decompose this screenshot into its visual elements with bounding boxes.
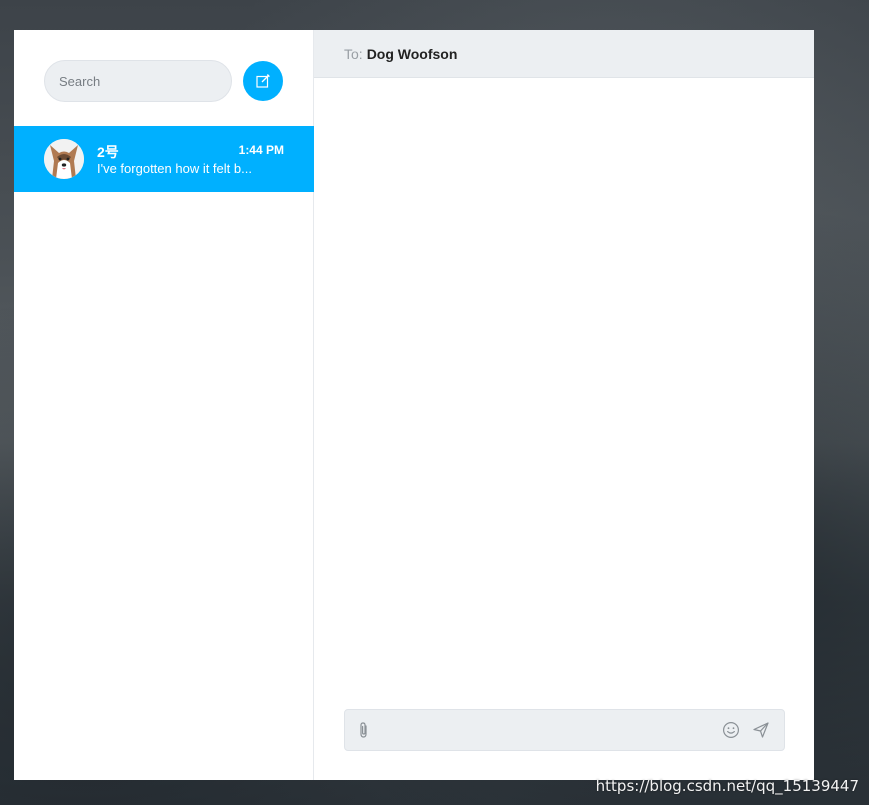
send-button[interactable] (746, 710, 776, 750)
husky-avatar-image (44, 139, 84, 179)
emoji-button[interactable] (716, 710, 746, 750)
chat-header: To: Dog Woofson (314, 30, 814, 78)
conversation-preview: I've forgotten how it felt b... (97, 161, 252, 176)
watermark-text: https://blog.csdn.net/qq_15139447 (595, 777, 859, 795)
message-composer (344, 709, 785, 751)
compose-icon (256, 74, 270, 88)
paperclip-icon (360, 722, 367, 738)
conversation-item[interactable]: 2号 1:44 PM I've forgotten how it felt b.… (14, 126, 314, 192)
to-label: To: (344, 45, 363, 62)
compose-button[interactable] (243, 61, 283, 101)
search-row (44, 60, 284, 102)
smiley-icon (722, 721, 740, 739)
avatar (44, 139, 84, 179)
sidebar: 2号 1:44 PM I've forgotten how it felt b.… (14, 30, 314, 780)
conversation-time: 1:44 PM (238, 143, 284, 157)
chat-app-window: 2号 1:44 PM I've forgotten how it felt b.… (14, 30, 814, 780)
recipient-name: Dog Woofson (366, 45, 458, 62)
send-icon (753, 722, 769, 738)
search-input[interactable] (44, 60, 232, 102)
message-input[interactable] (379, 710, 709, 750)
conversation-name: 2号 (97, 144, 119, 160)
chat-panel: To: Dog Woofson (314, 30, 814, 780)
attach-button[interactable] (349, 710, 379, 750)
